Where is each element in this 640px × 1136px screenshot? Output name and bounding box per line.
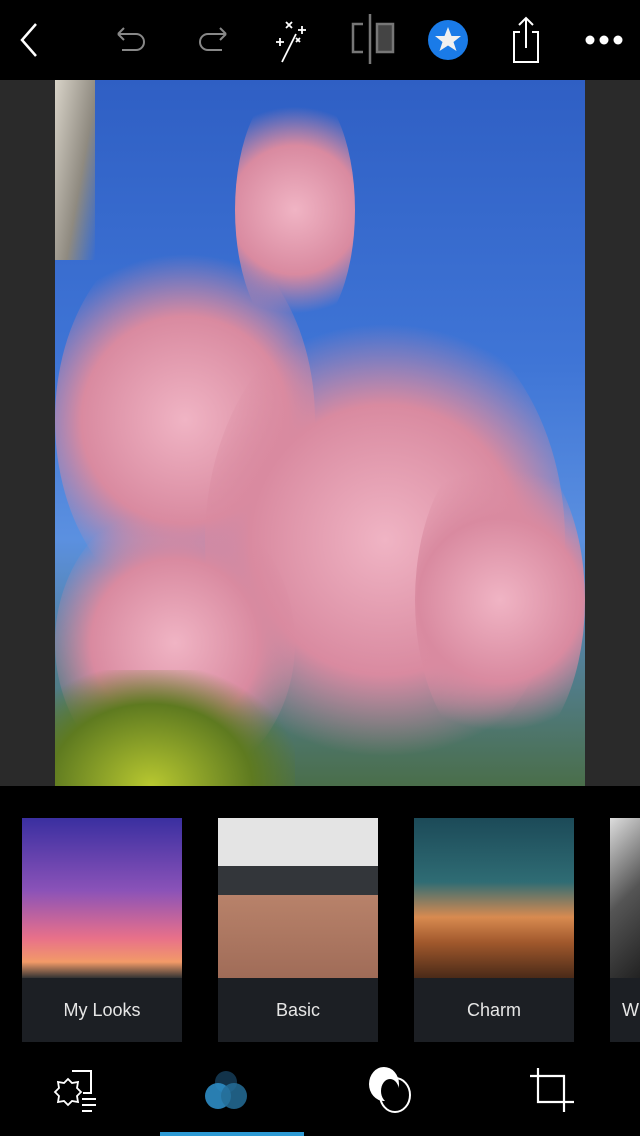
- more-button[interactable]: [580, 16, 628, 64]
- tab-adjustments[interactable]: [0, 1044, 160, 1136]
- photo-preview[interactable]: [55, 80, 585, 786]
- look-label: My Looks: [63, 999, 141, 1020]
- tab-looks[interactable]: [146, 1044, 306, 1136]
- active-tab-indicator: [160, 1132, 304, 1136]
- share-icon: [513, 16, 539, 63]
- image-canvas[interactable]: [0, 80, 640, 786]
- favorite-button[interactable]: [424, 16, 472, 64]
- look-thumbnail: [22, 818, 182, 978]
- tab-blend[interactable]: [310, 1044, 470, 1136]
- more-icon: [585, 35, 623, 45]
- adjustments-icon: [53, 1070, 96, 1112]
- look-partial[interactable]: W: [610, 818, 640, 1042]
- magic-wand-icon: [276, 21, 306, 63]
- look-basic[interactable]: Basic: [218, 818, 378, 1042]
- undo-button[interactable]: [106, 16, 154, 64]
- look-label: Basic: [275, 999, 320, 1020]
- chevron-left-icon: [20, 23, 37, 57]
- look-label: W: [622, 999, 639, 1020]
- bottom-tab-bar: [0, 1044, 640, 1136]
- looks-icon: [205, 1071, 247, 1109]
- top-toolbar: [0, 0, 640, 80]
- redo-icon: [199, 27, 227, 51]
- look-thumbnail: [610, 818, 640, 978]
- redo-button[interactable]: [190, 16, 238, 64]
- look-thumbnail: [218, 818, 378, 978]
- look-thumbnail: [414, 818, 574, 978]
- look-label: Charm: [466, 999, 521, 1020]
- looks-tray[interactable]: My Looks Basic Charm W: [0, 786, 640, 1044]
- compare-button[interactable]: [349, 14, 397, 64]
- crop-icon: [530, 1068, 574, 1112]
- look-my-looks[interactable]: My Looks: [22, 818, 182, 1042]
- share-button[interactable]: [502, 16, 550, 64]
- tab-crop[interactable]: [472, 1044, 632, 1136]
- favorite-star-icon: [428, 20, 468, 60]
- back-button[interactable]: [6, 16, 54, 64]
- undo-icon: [117, 27, 145, 51]
- compare-icon: [351, 14, 395, 64]
- look-charm[interactable]: Charm: [414, 818, 574, 1042]
- auto-fix-button[interactable]: [272, 16, 320, 64]
- blend-icon: [369, 1067, 411, 1113]
